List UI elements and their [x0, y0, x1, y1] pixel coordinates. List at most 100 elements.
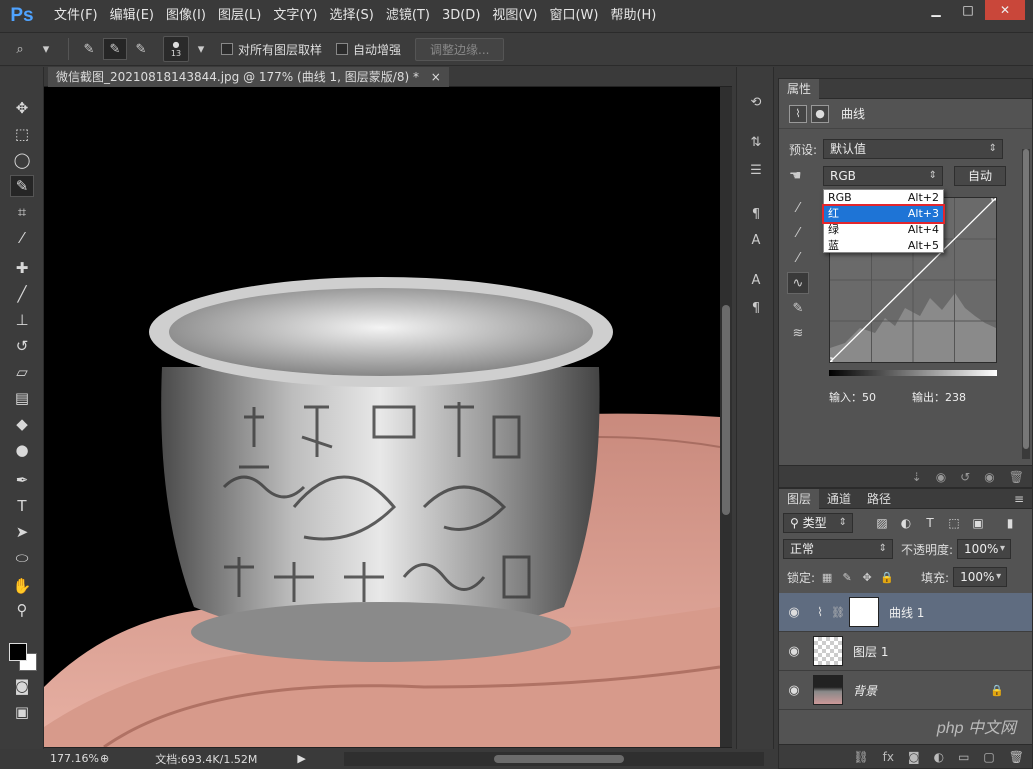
type-filter-icon[interactable]: T	[921, 514, 939, 532]
character-style-icon[interactable]: A	[745, 229, 767, 251]
menu-type[interactable]: 文字(Y)	[267, 0, 323, 32]
sample-all-layers-checkbox[interactable]: 对所有图层取样	[221, 41, 322, 58]
move-tool-icon[interactable]: ✥	[10, 97, 34, 119]
refine-edge-button[interactable]: 调整边缘...	[415, 37, 505, 61]
scroll-thumb[interactable]	[1023, 149, 1029, 449]
close-icon[interactable]: ✕	[985, 0, 1025, 20]
channel-option-green[interactable]: 绿 Alt+4	[824, 222, 943, 238]
layer-name[interactable]: 背景	[853, 682, 877, 699]
brush-size-picker[interactable]: ● 13	[163, 36, 189, 62]
menu-filter[interactable]: 滤镜(T)	[380, 0, 436, 32]
paragraph-style-icon[interactable]: ¶	[745, 203, 767, 225]
fx-icon[interactable]: fx	[883, 750, 894, 764]
subtract-selection-icon[interactable]: ✎	[129, 38, 153, 60]
new-adjustment-icon[interactable]: ◐	[934, 750, 944, 764]
panel-menu-icon[interactable]: ≡	[1014, 492, 1024, 506]
lock-pixels-icon[interactable]: ✎	[839, 569, 855, 585]
fill-field[interactable]: 100% ▾	[953, 567, 1008, 587]
tab-properties[interactable]: 属性	[779, 78, 820, 99]
lock-transparent-icon[interactable]: ▦	[819, 569, 835, 585]
black-point-eyedropper-icon[interactable]: ⁄	[787, 197, 809, 219]
eraser-tool-icon[interactable]: ▱	[10, 361, 34, 383]
status-menu-arrow-icon[interactable]: ▶	[297, 752, 305, 765]
hand-tool-icon[interactable]: ✋	[10, 575, 34, 597]
eye-icon[interactable]: ◉	[779, 644, 809, 659]
menu-3d[interactable]: 3D(D)	[436, 0, 486, 32]
zoom-tool-icon[interactable]: ⚲	[10, 599, 34, 621]
foreground-color-swatch[interactable]	[9, 643, 27, 661]
add-to-selection-icon[interactable]: ✎	[103, 38, 127, 60]
layer-mask-icon[interactable]: ●	[811, 104, 829, 123]
history-icon[interactable]: ⟲	[745, 91, 767, 113]
crop-tool-icon[interactable]: ⌗	[10, 201, 34, 223]
properties-icon[interactable]: ☰	[745, 159, 767, 181]
curve-point-tool-icon[interactable]: ∿	[787, 272, 809, 294]
tab-channels[interactable]: 通道	[819, 489, 859, 509]
curves-adjust-icon[interactable]: ⌇	[789, 104, 807, 123]
history-brush-icon[interactable]: ↺	[10, 335, 34, 357]
scroll-thumb[interactable]	[722, 305, 730, 515]
ellipse-tool-icon[interactable]: ⬭	[10, 547, 34, 569]
shape-filter-icon[interactable]: ⬚	[945, 514, 963, 532]
link-layers-icon[interactable]: ⛓	[853, 750, 868, 764]
layer-name[interactable]: 曲线 1	[889, 604, 924, 621]
new-group-icon[interactable]: ▭	[958, 750, 969, 764]
layer-name[interactable]: 图层 1	[853, 643, 888, 660]
screen-mode-icon[interactable]: ▣	[10, 701, 34, 723]
close-tab-icon[interactable]: ×	[431, 70, 441, 84]
pencil-curve-tool-icon[interactable]: ✎	[787, 297, 809, 319]
filter-toggle-icon[interactable]: ▮	[1001, 514, 1019, 532]
add-mask-icon[interactable]: ◙	[908, 750, 920, 764]
eye-icon[interactable]: ◉	[779, 683, 809, 698]
auto-button[interactable]: 自动	[954, 166, 1006, 186]
paragraph-icon[interactable]: ¶	[745, 297, 767, 319]
pen-tool-icon[interactable]: ✒	[10, 469, 34, 491]
filter-kind-dropdown[interactable]: ⚲ 类型 ⇕	[783, 513, 853, 533]
dodge-tool-icon[interactable]: ●	[10, 439, 34, 461]
export-icon[interactable]: ⊕	[100, 752, 109, 765]
menu-file[interactable]: 文件(F)	[48, 0, 104, 32]
delete-layer-icon[interactable]: 🗑	[1009, 750, 1024, 764]
menu-view[interactable]: 视图(V)	[486, 0, 543, 32]
blur-tool-icon[interactable]: ◆	[10, 413, 34, 435]
lasso-tool-icon[interactable]: ◯	[10, 149, 34, 171]
adjustments-icon[interactable]: ⇅	[745, 131, 767, 153]
checkbox-box[interactable]	[221, 43, 233, 55]
auto-enhance-checkbox[interactable]: 自动增强	[336, 41, 401, 58]
tab-layers[interactable]: 图层	[779, 488, 820, 509]
clip-to-layer-icon[interactable]: ⇣	[912, 470, 922, 484]
input-gradient-bar[interactable]	[829, 365, 997, 376]
layer-row-curves[interactable]: ◉ ⌇ ⛓ 曲线 1	[779, 593, 1032, 632]
lock-all-icon[interactable]: 🔒	[879, 569, 895, 585]
menu-layer[interactable]: 图层(L)	[212, 0, 267, 32]
lock-position-icon[interactable]: ✥	[859, 569, 875, 585]
canvas-vertical-scrollbar[interactable]	[720, 87, 732, 747]
scroll-thumb[interactable]	[494, 755, 624, 763]
preset-dropdown[interactable]: 默认值 ⇕	[823, 139, 1003, 159]
zoom-level[interactable]: 177.16%	[44, 752, 100, 765]
layer-mask-thumbnail[interactable]	[848, 597, 879, 627]
new-layer-icon[interactable]: ▢	[983, 750, 994, 764]
type-tool-icon[interactable]: T	[10, 495, 34, 517]
gray-point-eyedropper-icon[interactable]: ⁄	[787, 222, 809, 244]
blend-mode-dropdown[interactable]: 正常 ⇕	[783, 539, 893, 559]
menu-help[interactable]: 帮助(H)	[604, 0, 662, 32]
channel-option-blue[interactable]: 蓝 Alt+5	[824, 238, 943, 254]
checkbox-box[interactable]	[336, 43, 349, 55]
marquee-tool-icon[interactable]: ⬚	[10, 123, 34, 145]
opacity-field[interactable]: 100% ▾	[957, 539, 1012, 559]
menu-window[interactable]: 窗口(W)	[543, 0, 604, 32]
channel-dropdown[interactable]: RGB ⇕	[823, 166, 943, 186]
brush-tool-icon[interactable]: ╱	[10, 283, 34, 305]
properties-scrollbar[interactable]	[1022, 149, 1030, 459]
view-previous-icon[interactable]: ◉	[936, 470, 946, 484]
layer-thumbnail[interactable]	[813, 675, 843, 705]
dropdown-arrow-icon[interactable]: ▾	[34, 38, 58, 60]
layer-row-layer1[interactable]: ◉ 图层 1	[779, 632, 1032, 671]
smooth-curve-icon[interactable]: ≋	[787, 322, 809, 344]
canvas-horizontal-scrollbar[interactable]	[344, 752, 764, 766]
character-icon[interactable]: A	[745, 269, 767, 291]
layer-thumbnail[interactable]	[813, 636, 843, 666]
menu-edit[interactable]: 编辑(E)	[104, 0, 160, 32]
menu-image[interactable]: 图像(I)	[160, 0, 212, 32]
